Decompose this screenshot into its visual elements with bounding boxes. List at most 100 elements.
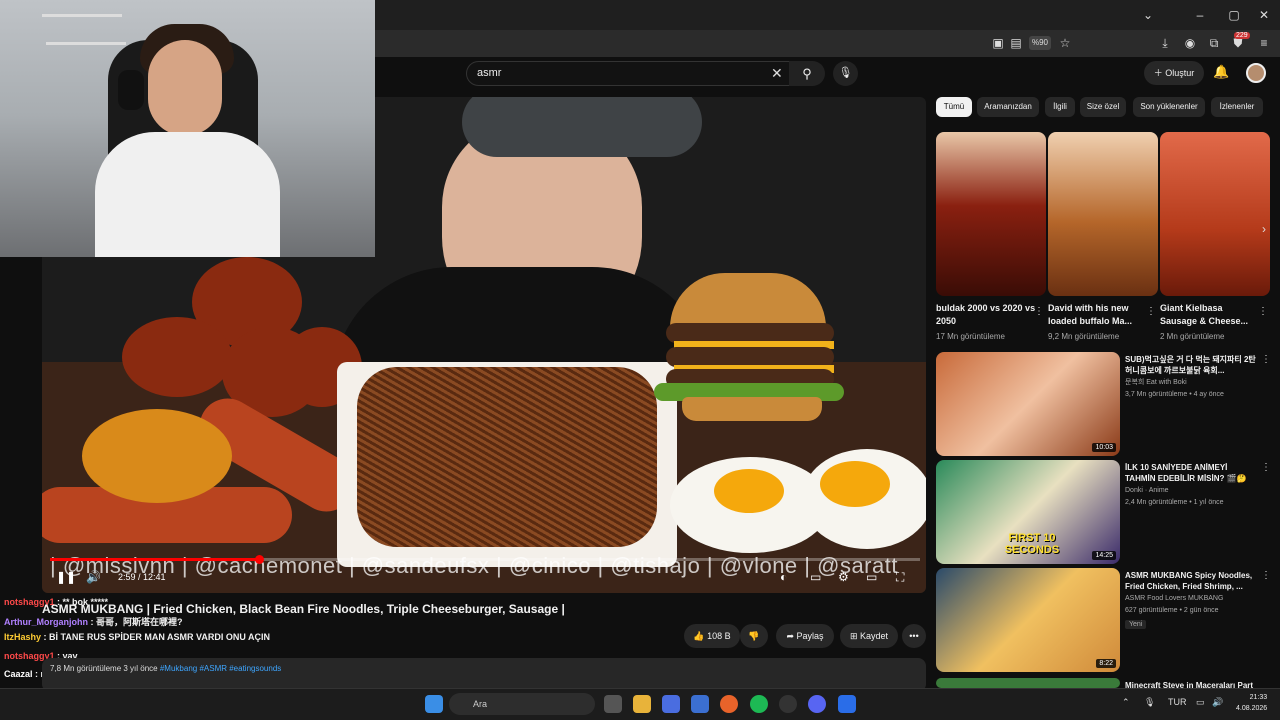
short-thumbnail[interactable] [1048, 132, 1158, 296]
video-title-link[interactable]: ASMR MUKBANG Spicy Noodles, Fried Chicke… [1125, 570, 1260, 592]
account-icon[interactable]: ◉ [1182, 35, 1198, 51]
video-title-link[interactable]: SUB)먹고싶은 거 다 먹는 돼지파티 2탄 허니콤보에 까르보불닭 육회..… [1125, 354, 1260, 376]
windows-start-icon[interactable] [425, 695, 443, 713]
notifications-bell-icon[interactable]: 🔔 [1213, 64, 1229, 80]
speaker-icon[interactable]: 🔊 [1212, 697, 1223, 708]
save-button[interactable]: ⊞ Kaydet [840, 624, 898, 648]
task-view-icon[interactable] [604, 695, 622, 713]
short-thumbnail[interactable] [936, 132, 1046, 296]
spotify-icon[interactable] [750, 695, 768, 713]
chat-separator: : [41, 632, 50, 642]
chat-username[interactable]: ItzHashy [4, 632, 41, 642]
filter-chip[interactable]: Son yüklenenler [1133, 97, 1205, 117]
minimize-icon[interactable]: – [1190, 6, 1210, 24]
taskbar-search-label: Ara [473, 699, 488, 709]
search-button[interactable]: ⚲ [789, 61, 825, 86]
video-cap [462, 97, 702, 157]
extensions-icon[interactable]: ⧉ [1206, 35, 1222, 51]
search-input[interactable]: asmr ✕ [466, 61, 792, 86]
like-button[interactable]: 👍 108 B [684, 624, 740, 648]
taskbar-clock[interactable]: 21:33 4.08.2026 [1236, 692, 1267, 714]
filter-chip[interactable]: Size özel [1080, 97, 1126, 117]
create-button[interactable]: ＋ Oluştur [1144, 61, 1204, 85]
chat-username[interactable]: Caazal [4, 669, 33, 679]
chevron-right-icon[interactable]: › [1262, 222, 1266, 236]
mic-tray-icon[interactable]: 🎙 [1144, 697, 1155, 708]
mic-icon: 🎙 [838, 67, 853, 79]
discord-icon[interactable] [808, 695, 826, 713]
avatar[interactable] [1246, 63, 1266, 83]
store-icon[interactable] [691, 695, 709, 713]
kebab-menu-icon[interactable]: ⋮ [1258, 306, 1268, 317]
download-icon[interactable]: ⤓ [1157, 35, 1173, 51]
share-button[interactable]: ➦ Paylaş [776, 624, 834, 648]
progress-bar[interactable] [50, 558, 920, 561]
volume-icon[interactable]: 🔊 [86, 570, 101, 584]
steam-icon[interactable] [779, 695, 797, 713]
share-icon: ➦ [786, 631, 794, 641]
scrubber-handle[interactable] [254, 555, 264, 564]
chat-username[interactable]: Arthur_Morganjohn [4, 617, 88, 627]
dislike-button[interactable]: 👎 [740, 624, 768, 648]
short-title[interactable]: buldak 2000 vs 2020 vs 2050 [936, 302, 1036, 328]
input-language[interactable]: TUR [1168, 697, 1187, 707]
network-icon[interactable]: ▭ [1196, 697, 1205, 708]
tray-chevron-icon[interactable]: ⌃ [1122, 697, 1130, 708]
video-description[interactable]: 7,8 Mn görüntüleme 3 yıl önce #Mukbang #… [42, 658, 926, 692]
channel-name[interactable]: ASMR Food Lovers MUKBANG [1125, 594, 1265, 604]
pause-icon[interactable]: ❚❚ [56, 570, 76, 584]
zoom-level[interactable]: %90 [1029, 36, 1051, 50]
firefox-icon[interactable] [720, 695, 738, 713]
file-explorer-icon[interactable] [633, 695, 651, 713]
filter-chip[interactable]: Tümü [936, 97, 972, 117]
video-thumbnail[interactable]: FIRST 10 SECONDS 14:25 [936, 460, 1120, 564]
video-thumbnail[interactable]: 10:03 [936, 352, 1120, 456]
like-count: 108 B [707, 631, 731, 641]
kebab-menu-icon[interactable]: ⋮ [1034, 306, 1044, 317]
kebab-menu-icon[interactable]: ⋮ [1261, 462, 1271, 473]
reader-mode-icon[interactable]: ▤ [1008, 35, 1024, 51]
kebab-menu-icon[interactable]: ⋮ [1146, 306, 1156, 317]
short-title[interactable]: Giant Kielbasa Sausage & Cheese... [1160, 302, 1260, 328]
hashtags[interactable]: #Mukbang #ASMR #eatingsounds [160, 664, 281, 673]
new-badge: Yeni [1125, 620, 1147, 629]
subtitles-icon[interactable]: ▭ [810, 570, 821, 584]
voice-search-button[interactable]: 🎙 [833, 61, 858, 86]
maximize-icon[interactable]: ▢ [1224, 6, 1244, 24]
close-icon[interactable]: ✕ [1254, 6, 1274, 24]
more-actions-button[interactable]: ••• [902, 624, 926, 648]
app-icon[interactable] [838, 695, 856, 713]
video-meta: 3,7 Mn görüntüleme • 4 ay önce [1125, 391, 1224, 398]
video-thumbnail[interactable] [936, 678, 1120, 688]
webcam-overlay [0, 0, 375, 257]
progress-fill [50, 558, 259, 561]
theater-mode-icon[interactable]: ▭ [866, 570, 877, 584]
video-thumbnail[interactable]: 8:22 [936, 568, 1120, 672]
video-title-link[interactable]: İLK 10 SANİYEDE ANİMEYİ TAHMİN EDEBİLİR … [1125, 462, 1260, 484]
chevron-down-icon[interactable]: ⌄ [1138, 6, 1158, 24]
filter-chip[interactable]: İlgili [1045, 97, 1075, 117]
streamer-shirt [95, 132, 280, 257]
kebab-menu-icon[interactable]: ⋮ [1261, 570, 1271, 581]
view-count: 7,8 Mn görüntüleme 3 yıl önce [50, 664, 158, 673]
short-title[interactable]: David with his new loaded buffalo Ma... [1048, 302, 1148, 328]
channel-name[interactable]: Donki · Anime [1125, 486, 1265, 496]
fullscreen-icon[interactable]: ⛶ [896, 570, 904, 585]
filter-chip[interactable]: İzlenenler [1211, 97, 1263, 117]
menu-icon[interactable]: ≡ [1256, 35, 1272, 51]
filter-chip[interactable]: Aramanızdan [977, 97, 1039, 117]
settings-gear-icon[interactable]: ⚙ [838, 570, 849, 584]
picture-in-picture-icon[interactable]: ▣ [990, 35, 1006, 51]
copilot-icon[interactable] [662, 695, 680, 713]
channel-name[interactable]: 문복희 Eat with Boki [1125, 378, 1265, 388]
clock-time: 21:33 [1249, 694, 1268, 701]
thumbs-down-icon: 👎 [748, 631, 760, 641]
autoplay-toggle-icon[interactable]: ◐ [780, 570, 787, 584]
clear-search-icon[interactable]: ✕ [771, 65, 783, 82]
short-thumbnail[interactable] [1160, 132, 1270, 296]
video-meta: 2,4 Mn görüntüleme • 1 yıl önce [1125, 499, 1224, 506]
egg-yolk [714, 469, 784, 513]
bookmark-star-icon[interactable]: ☆ [1057, 35, 1073, 51]
kebab-menu-icon[interactable]: ⋮ [1261, 354, 1271, 365]
taskbar-search[interactable]: Ara [449, 693, 595, 715]
